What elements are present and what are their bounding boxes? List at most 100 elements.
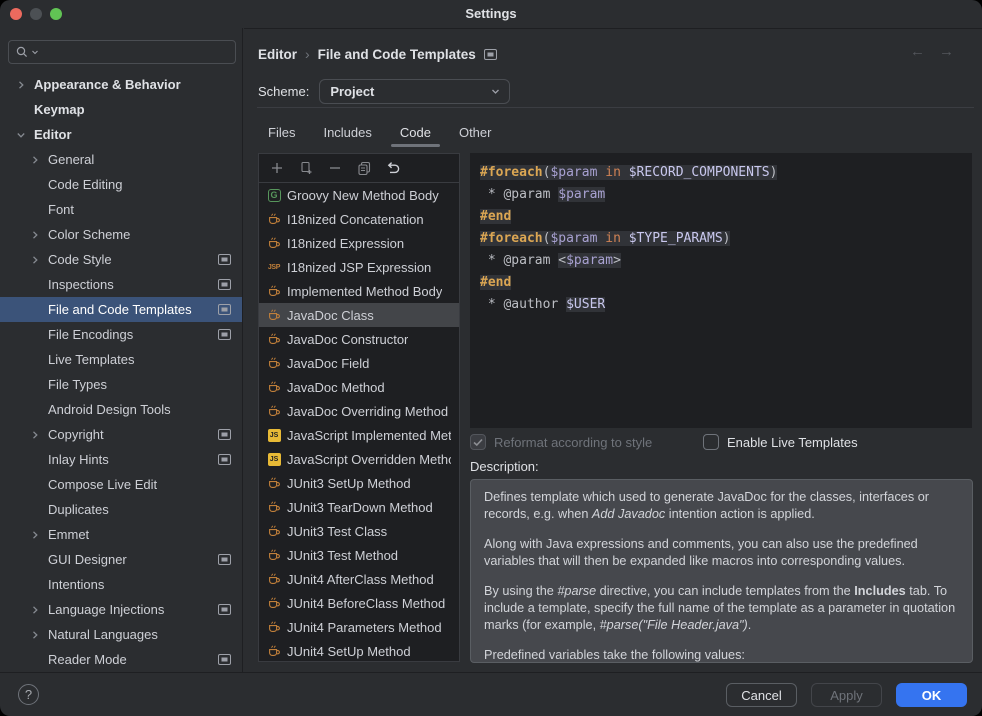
project-level-icon	[218, 604, 231, 615]
breadcrumb-editor[interactable]: Editor	[258, 47, 297, 62]
sidebar-item-intentions[interactable]: Intentions	[0, 572, 243, 597]
template-item[interactable]: JavaDoc Overriding Method	[259, 399, 459, 423]
back-button[interactable]: ←	[910, 43, 925, 60]
template-item[interactable]: I18nized Expression	[259, 231, 459, 255]
sidebar-item-keymap[interactable]: Keymap	[0, 97, 243, 122]
search-history-chevron-icon[interactable]	[31, 48, 39, 56]
sidebar-item-editor[interactable]: Editor	[0, 122, 243, 147]
sidebar-item-emmet[interactable]: Emmet	[0, 522, 243, 547]
remove-icon[interactable]	[327, 160, 343, 176]
add-icon[interactable]	[269, 160, 285, 176]
sidebar-item-live-templates[interactable]: Live Templates	[0, 347, 243, 372]
sidebar-item-label: Reader Mode	[42, 652, 127, 667]
description-text: Defines template which used to generate …	[470, 479, 973, 663]
template-item[interactable]: JSJavaScript Overridden Metho	[259, 447, 459, 471]
template-item[interactable]: JUnit3 Test Method	[259, 543, 459, 567]
sidebar-item-code-style[interactable]: Code Style	[0, 247, 243, 272]
sidebar-item-copyright[interactable]: Copyright	[0, 422, 243, 447]
template-item[interactable]: JUnit4 SetUp Method	[259, 639, 459, 662]
sidebar-item-label: Live Templates	[42, 352, 134, 367]
sidebar-item-file-types[interactable]: File Types	[0, 372, 243, 397]
sidebar-item-font[interactable]: Font	[0, 197, 243, 222]
template-list-toolbar	[259, 154, 459, 183]
revert-icon[interactable]	[385, 160, 401, 176]
java-file-icon	[267, 620, 281, 634]
window-title: Settings	[0, 0, 982, 28]
ok-button[interactable]: OK	[896, 683, 967, 707]
sidebar-item-natural-languages[interactable]: Natural Languages	[0, 622, 243, 647]
tab-other[interactable]: Other	[457, 119, 494, 145]
sidebar-item-inlay-hints[interactable]: Inlay Hints	[0, 447, 243, 472]
tab-files[interactable]: Files	[266, 119, 297, 145]
template-item[interactable]: JUnit3 SetUp Method	[259, 471, 459, 495]
cancel-button[interactable]: Cancel	[726, 683, 797, 707]
template-item[interactable]: JUnit4 AfterClass Method	[259, 567, 459, 591]
duplicate-icon[interactable]	[298, 160, 314, 176]
java-file-icon	[267, 572, 281, 586]
template-item[interactable]: JavaDoc Method	[259, 375, 459, 399]
forward-button[interactable]: →	[939, 43, 954, 60]
help-button[interactable]: ?	[18, 684, 39, 705]
copy-icon[interactable]	[356, 160, 372, 176]
sidebar-item-android-design-tools[interactable]: Android Design Tools	[0, 397, 243, 422]
chevron-down-icon[interactable]	[14, 130, 28, 140]
reformat-checkbox-label: Reformat according to style	[494, 435, 652, 450]
search-input[interactable]	[8, 40, 236, 64]
sidebar-item-language-injections[interactable]: Language Injections	[0, 597, 243, 622]
sidebar-item-file-and-code-templates[interactable]: File and Code Templates	[0, 297, 243, 322]
chevron-right-icon[interactable]	[28, 605, 42, 615]
sidebar-item-label: Appearance & Behavior	[28, 77, 181, 92]
divider	[257, 107, 974, 108]
tab-includes[interactable]: Includes	[321, 119, 373, 145]
template-item[interactable]: JavaDoc Field	[259, 351, 459, 375]
template-item[interactable]: JUnit4 BeforeClass Method	[259, 591, 459, 615]
template-item-label: I18nized Expression	[287, 236, 404, 251]
template-item[interactable]: GGroovy New Method Body	[259, 183, 459, 207]
sidebar-item-file-encodings[interactable]: File Encodings	[0, 322, 243, 347]
template-item[interactable]: JUnit3 TearDown Method	[259, 495, 459, 519]
template-item[interactable]: JSJavaScript Implemented Met	[259, 423, 459, 447]
sidebar-item-reader-mode[interactable]: Reader Mode	[0, 647, 243, 672]
tab-code[interactable]: Code	[398, 119, 433, 145]
chevron-right-icon[interactable]	[14, 80, 28, 90]
chevron-right-icon[interactable]	[28, 430, 42, 440]
project-level-icon	[218, 329, 231, 340]
sidebar-item-color-scheme[interactable]: Color Scheme	[0, 222, 243, 247]
sidebar-item-code-editing[interactable]: Code Editing	[0, 172, 243, 197]
template-item-label: JUnit4 SetUp Method	[287, 644, 411, 659]
sidebar-item-inspections[interactable]: Inspections	[0, 272, 243, 297]
chevron-right-icon[interactable]	[28, 155, 42, 165]
chevron-right-icon[interactable]	[28, 255, 42, 265]
sidebar-item-label: Inlay Hints	[42, 452, 109, 467]
live-templates-checkbox[interactable]: Enable Live Templates	[703, 434, 858, 450]
reformat-checkbox[interactable]: Reformat according to style	[470, 434, 703, 450]
template-item[interactable]: JUnit3 Test Class	[259, 519, 459, 543]
chevron-right-icon[interactable]	[28, 530, 42, 540]
template-code-editor[interactable]: #foreach($param in $RECORD_COMPONENTS) *…	[470, 153, 972, 428]
java-file-icon	[267, 404, 281, 418]
settings-dialog: Settings Appearance & BehaviorKeymapEdit…	[0, 0, 982, 716]
scheme-select[interactable]: Project	[319, 79, 510, 104]
template-item[interactable]: JUnit4 Parameters Method	[259, 615, 459, 639]
sidebar-item-general[interactable]: General	[0, 147, 243, 172]
chevron-right-icon[interactable]	[28, 630, 42, 640]
settings-tree: Appearance & Behavior KeymapEditorGeneral…	[0, 72, 243, 672]
project-level-icon	[218, 654, 231, 665]
sidebar-item-label: Emmet	[42, 527, 89, 542]
sidebar-item-duplicates[interactable]: Duplicates	[0, 497, 243, 522]
sidebar-item-label: Code Style	[42, 252, 112, 267]
template-item-label: JUnit4 Parameters Method	[287, 620, 442, 635]
template-item[interactable]: I18nized Concatenation	[259, 207, 459, 231]
sidebar-item-gui-designer[interactable]: GUI Designer	[0, 547, 243, 572]
template-item[interactable]: JSPI18nized JSP Expression	[259, 255, 459, 279]
template-item[interactable]: JavaDoc Constructor	[259, 327, 459, 351]
template-item-label: JavaScript Overridden Metho	[287, 452, 451, 467]
sidebar-item-compose-live-edit[interactable]: Compose Live Edit	[0, 472, 243, 497]
sidebar-item-label: Duplicates	[42, 502, 109, 517]
template-item[interactable]: Implemented Method Body	[259, 279, 459, 303]
sidebar-item-appearance-behavior[interactable]: Appearance & Behavior	[0, 72, 243, 97]
chevron-right-icon[interactable]	[28, 230, 42, 240]
template-item[interactable]: JavaDoc Class	[259, 303, 459, 327]
java-file-icon	[267, 644, 281, 658]
apply-button: Apply	[811, 683, 882, 707]
